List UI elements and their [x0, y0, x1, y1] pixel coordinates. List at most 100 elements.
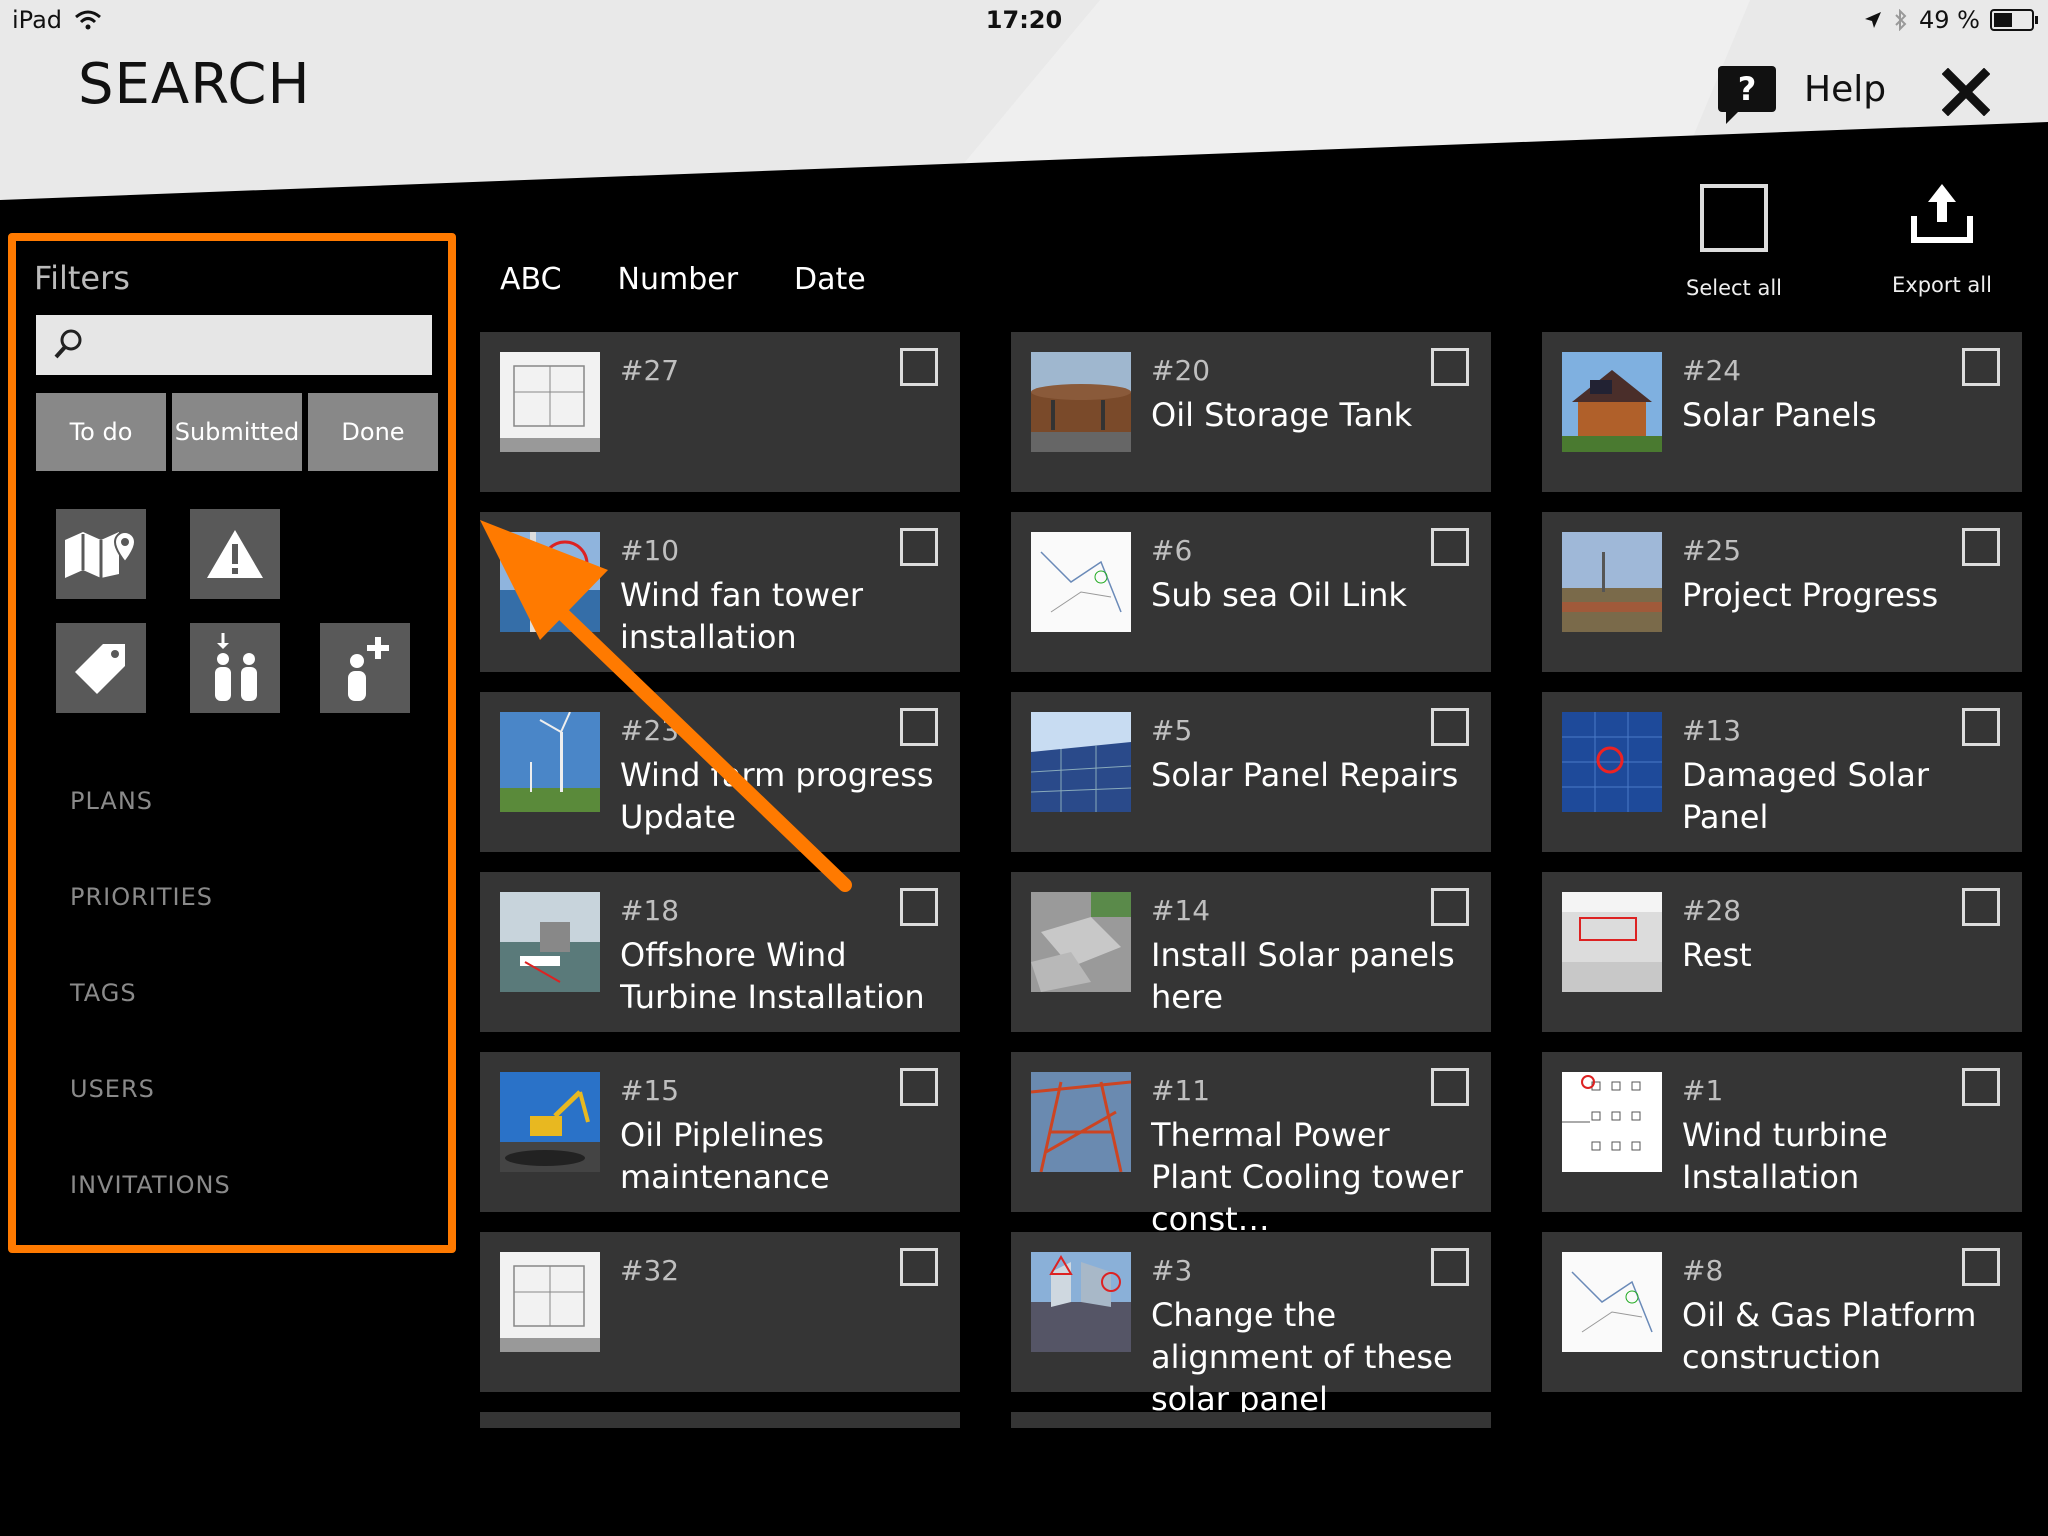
category-tags[interactable]: TAGS: [70, 979, 231, 1075]
filter-users-button[interactable]: [190, 623, 280, 713]
task-checkbox[interactable]: [1962, 1068, 2000, 1106]
task-thumbnail: [500, 892, 600, 992]
partial-card: [480, 1412, 960, 1428]
task-thumbnail: [500, 1252, 600, 1352]
task-card[interactable]: #1 Wind turbine Installation: [1542, 1052, 2022, 1212]
task-card[interactable]: #11 Thermal Power Plant Cooling tower con…: [1011, 1052, 1491, 1238]
task-checkbox[interactable]: [1431, 1248, 1469, 1286]
filter-search-box: [36, 315, 432, 377]
task-thumbnail: [1031, 352, 1131, 452]
filters-panel: Filters To do Submitted Done PLANS PRIOR…: [8, 233, 456, 1253]
task-card[interactable]: #5 Solar Panel Repairs: [1011, 692, 1491, 852]
export-all-label: Export all: [1892, 273, 1992, 297]
task-checkbox[interactable]: [1431, 1068, 1469, 1106]
task-title: Rest: [1682, 936, 1752, 974]
category-invitations[interactable]: INVITATIONS: [70, 1171, 231, 1267]
category-plans[interactable]: PLANS: [70, 787, 231, 883]
clock: 17:20: [985, 6, 1063, 34]
select-all-button[interactable]: Select all: [1654, 180, 1814, 300]
filter-categories: PLANS PRIORITIES TAGS USERS INVITATIONS: [70, 787, 231, 1267]
task-number: #20: [1151, 354, 1211, 387]
close-button[interactable]: [1941, 67, 1991, 122]
task-card[interactable]: #28 Rest: [1542, 872, 2022, 1032]
task-checkbox[interactable]: [1431, 348, 1469, 386]
task-card[interactable]: #3 Change the alignment of these solar pa…: [1011, 1232, 1491, 1418]
task-thumbnail: [1031, 1252, 1131, 1352]
task-thumbnail: [500, 532, 600, 632]
task-title: Install Solar panels here: [1151, 936, 1455, 1016]
select-all-label: Select all: [1686, 276, 1782, 300]
task-card[interactable]: #14 Install Solar panels here: [1011, 872, 1491, 1032]
task-card[interactable]: #13 Damaged Solar Panel: [1542, 692, 2022, 852]
task-checkbox[interactable]: [900, 708, 938, 746]
sort-tabs: ABC Number Date: [500, 262, 866, 297]
task-card[interactable]: #15 Oil Piplelines maintenance: [480, 1052, 960, 1212]
task-number: #14: [1151, 894, 1211, 927]
filter-plans-button[interactable]: [56, 509, 146, 599]
task-checkbox[interactable]: [900, 888, 938, 926]
filter-done-button[interactable]: Done: [308, 393, 438, 471]
tab-number[interactable]: Number: [618, 262, 739, 297]
task-checkbox[interactable]: [1962, 708, 2000, 746]
task-number: #1: [1682, 1074, 1724, 1107]
task-checkbox[interactable]: [900, 528, 938, 566]
help-button[interactable]: ? Help: [1718, 66, 1886, 124]
page-title: SEARCH: [78, 52, 311, 117]
task-checkbox[interactable]: [1431, 888, 1469, 926]
task-number: #13: [1682, 714, 1742, 747]
filter-search-input[interactable]: [98, 315, 432, 377]
export-icon: [1911, 184, 1973, 243]
task-card[interactable]: #6 Sub sea Oil Link: [1011, 512, 1491, 672]
task-checkbox[interactable]: [1962, 348, 2000, 386]
task-card[interactable]: #20 Oil Storage Tank: [1011, 332, 1491, 492]
filter-tags-button[interactable]: [56, 623, 146, 713]
filter-invitations-button[interactable]: [320, 623, 410, 713]
task-title: Oil & Gas Platform construction: [1682, 1296, 1977, 1376]
status-filter-buttons: To do Submitted Done: [36, 393, 438, 471]
tab-abc[interactable]: ABC: [500, 262, 562, 297]
task-number: #15: [620, 1074, 680, 1107]
task-card[interactable]: #23 Wind farm progress Update: [480, 692, 960, 852]
task-card[interactable]: #32: [480, 1232, 960, 1392]
users-icon: [215, 633, 257, 701]
task-checkbox[interactable]: [1962, 888, 2000, 926]
task-thumbnail: [1562, 1072, 1662, 1172]
task-number: #5: [1151, 714, 1193, 747]
export-all-button[interactable]: Export all: [1862, 180, 2022, 297]
task-card[interactable]: #25 Project Progress: [1542, 512, 2022, 672]
partial-card: [1011, 1412, 1491, 1428]
filter-submitted-button[interactable]: Submitted: [172, 393, 302, 471]
task-checkbox[interactable]: [900, 1068, 938, 1106]
task-card[interactable]: #8 Oil & Gas Platform construction: [1542, 1232, 2022, 1392]
task-number: #27: [620, 354, 680, 387]
task-title: Oil Storage Tank: [1151, 396, 1413, 434]
task-checkbox[interactable]: [1962, 528, 2000, 566]
filters-title: Filters: [34, 259, 130, 297]
task-title: Change the alignment of these solar pane…: [1151, 1296, 1453, 1418]
task-number: #28: [1682, 894, 1742, 927]
task-thumbnail: [1562, 712, 1662, 812]
task-card[interactable]: #18 Offshore Wind Turbine Installation: [480, 872, 960, 1032]
task-card[interactable]: #27: [480, 332, 960, 492]
search-icon: [54, 329, 82, 359]
task-title: Offshore Wind Turbine Installation: [620, 936, 925, 1016]
warning-icon: [207, 530, 263, 578]
task-checkbox[interactable]: [1962, 1248, 2000, 1286]
task-checkbox[interactable]: [900, 1248, 938, 1286]
filter-priorities-button[interactable]: [190, 509, 280, 599]
category-priorities[interactable]: PRIORITIES: [70, 883, 231, 979]
task-checkbox[interactable]: [1431, 528, 1469, 566]
tab-date[interactable]: Date: [794, 262, 866, 297]
status-bar: iPad 17:20 49 %: [0, 0, 2048, 42]
task-checkbox[interactable]: [1431, 708, 1469, 746]
filter-todo-button[interactable]: To do: [36, 393, 166, 471]
task-card[interactable]: #10 Wind fan tower installation: [480, 512, 960, 672]
category-users[interactable]: USERS: [70, 1075, 231, 1171]
task-checkbox[interactable]: [900, 348, 938, 386]
task-title: Damaged Solar Panel: [1682, 756, 1930, 836]
task-card[interactable]: #24 Solar Panels: [1542, 332, 2022, 492]
select-all-checkbox: [1700, 184, 1768, 252]
battery-percent: 49 %: [1919, 6, 1980, 34]
battery-icon: [1990, 9, 2038, 31]
tag-icon: [75, 644, 125, 694]
